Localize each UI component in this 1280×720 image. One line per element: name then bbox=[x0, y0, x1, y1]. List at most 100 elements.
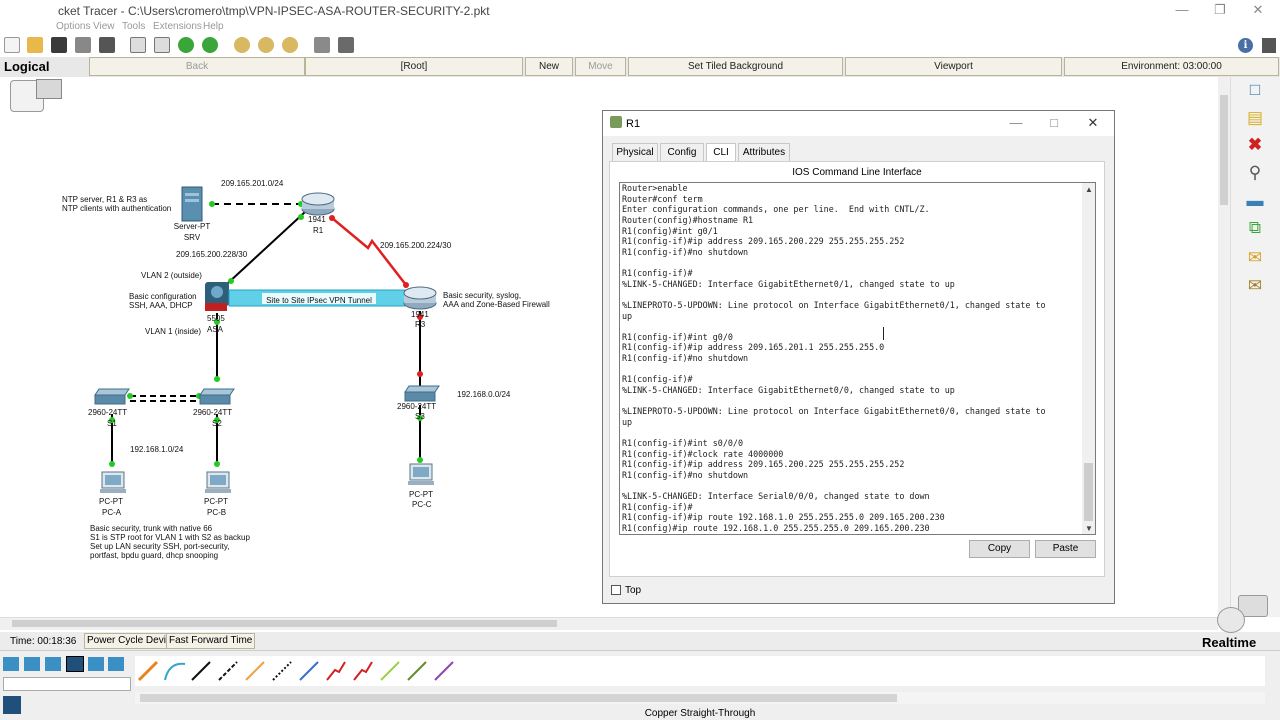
pc-a-icon[interactable] bbox=[100, 471, 126, 493]
cli-output[interactable]: Router>enable Router#conf term Enter confi… bbox=[622, 183, 1082, 534]
tab-physical[interactable]: Physical bbox=[612, 143, 658, 161]
coaxial-cable-icon[interactable] bbox=[299, 661, 319, 681]
clock-icon[interactable] bbox=[1217, 607, 1245, 633]
port-light bbox=[298, 214, 304, 220]
network-info-icon[interactable] bbox=[1262, 38, 1276, 53]
close-icon[interactable]: ✕ bbox=[1248, 2, 1268, 18]
select-icon[interactable]: □ bbox=[1244, 80, 1266, 100]
set-tiled-background-button[interactable]: Set Tiled Background bbox=[628, 57, 843, 76]
copy-button[interactable]: Copy bbox=[969, 540, 1030, 558]
serial-dce-cable-icon[interactable] bbox=[326, 661, 346, 681]
dialog-close-icon[interactable]: ✕ bbox=[1083, 115, 1103, 131]
inspect-icon[interactable]: ⚲ bbox=[1244, 163, 1266, 183]
menu-view[interactable]: View bbox=[93, 21, 115, 32]
phone-cable-icon[interactable] bbox=[272, 661, 292, 681]
undo-icon[interactable] bbox=[178, 37, 194, 53]
new-file-icon[interactable] bbox=[4, 37, 20, 53]
cli-scroll-thumb[interactable] bbox=[1084, 463, 1093, 521]
switch-s1-icon[interactable] bbox=[94, 388, 130, 405]
usb-cable-icon[interactable] bbox=[434, 661, 454, 681]
scroll-up-icon[interactable]: ▲ bbox=[1085, 185, 1093, 194]
back-button[interactable]: Back bbox=[89, 57, 305, 76]
maximize-icon[interactable]: ❐ bbox=[1210, 2, 1230, 18]
fiber-cable-icon[interactable] bbox=[245, 661, 265, 681]
pc-c-icon[interactable] bbox=[408, 463, 434, 485]
misc-icon[interactable] bbox=[88, 657, 104, 671]
switch-s3-icon[interactable] bbox=[404, 385, 440, 402]
canvas-vertical-scroll-thumb[interactable] bbox=[1220, 95, 1228, 205]
crossover-cable-icon[interactable] bbox=[218, 661, 238, 681]
canvas-horizontal-scroll-thumb[interactable] bbox=[12, 620, 557, 627]
dialog-maximize-icon[interactable]: □ bbox=[1044, 115, 1064, 131]
draw-shape-icon[interactable]: ▬ bbox=[1244, 191, 1266, 211]
multiuser-icon[interactable] bbox=[108, 657, 124, 671]
minimize-icon[interactable]: — bbox=[1172, 2, 1192, 18]
selected-connection-icon[interactable] bbox=[3, 696, 21, 714]
router-window-icon bbox=[610, 116, 622, 128]
top-checkbox[interactable] bbox=[611, 585, 621, 595]
server-name-label: SRV bbox=[183, 233, 201, 242]
cli-line: Router>enable bbox=[622, 183, 688, 193]
network-devices-icon[interactable] bbox=[3, 657, 19, 671]
activity-wizard-icon[interactable] bbox=[99, 37, 115, 53]
open-folder-icon[interactable] bbox=[27, 37, 43, 53]
connections-icon[interactable] bbox=[66, 656, 84, 672]
paste-icon[interactable] bbox=[154, 37, 170, 53]
palette-icon[interactable] bbox=[314, 37, 330, 53]
print-icon[interactable] bbox=[75, 37, 91, 53]
r1-window-titlebar[interactable] bbox=[603, 111, 1114, 136]
tab-cli[interactable]: CLI bbox=[706, 143, 736, 162]
add-complex-pdu-icon[interactable]: ✉ bbox=[1244, 276, 1266, 296]
iot-cable-icon[interactable] bbox=[407, 661, 427, 681]
move-object-button[interactable]: Move Object bbox=[575, 57, 626, 89]
console-cable-icon[interactable] bbox=[164, 662, 186, 681]
copy-icon[interactable] bbox=[130, 37, 146, 53]
root-button[interactable]: [Root] bbox=[305, 57, 523, 76]
menu-help[interactable]: Help bbox=[203, 21, 224, 32]
save-icon[interactable] bbox=[51, 37, 67, 53]
straight-through-cable-icon[interactable] bbox=[191, 661, 211, 681]
info-icon[interactable]: i bbox=[1238, 38, 1253, 53]
paste-button[interactable]: Paste bbox=[1035, 540, 1096, 558]
viewport-button[interactable]: Viewport bbox=[845, 57, 1062, 76]
end-devices-icon[interactable] bbox=[24, 657, 40, 671]
port-light bbox=[127, 393, 133, 399]
cli-line: R1(config-if)#int g0/0 bbox=[622, 331, 733, 342]
top-checkbox-label: Top bbox=[625, 585, 642, 596]
device-search-field[interactable] bbox=[3, 677, 131, 691]
fast-forward-button[interactable]: Fast Forward Time bbox=[166, 633, 256, 649]
menu-tools[interactable]: Tools bbox=[122, 21, 145, 32]
resize-icon[interactable]: ⧉ bbox=[1244, 218, 1266, 238]
zoom-out-icon[interactable] bbox=[282, 37, 298, 53]
pcb-model-label: PC-PT bbox=[204, 497, 228, 506]
tab-config[interactable]: Config bbox=[660, 143, 704, 161]
server-srv-icon[interactable] bbox=[181, 186, 203, 222]
dialog-minimize-icon[interactable]: — bbox=[1006, 115, 1026, 131]
new-cluster-button[interactable]: New Cluster bbox=[525, 57, 573, 89]
zoom-reset-icon[interactable] bbox=[258, 37, 274, 53]
menu-options[interactable]: Options bbox=[56, 21, 90, 32]
components-icon[interactable] bbox=[45, 657, 61, 671]
router-r1-icon[interactable] bbox=[301, 192, 335, 216]
note-icon[interactable]: ▤ bbox=[1244, 108, 1266, 128]
tab-attributes[interactable]: Attributes bbox=[738, 143, 790, 161]
custom-device-icon[interactable] bbox=[338, 37, 354, 53]
workspace-mode-label: Logical bbox=[4, 59, 50, 74]
auto-cable-icon[interactable] bbox=[137, 660, 159, 682]
router-r3-icon[interactable] bbox=[403, 286, 437, 310]
device-list-scroll-thumb[interactable] bbox=[140, 694, 897, 702]
ios-cli-header: IOS Command Line Interface bbox=[792, 167, 922, 178]
zoom-in-icon[interactable] bbox=[234, 37, 250, 53]
scroll-down-icon[interactable]: ▼ bbox=[1085, 524, 1093, 533]
menu-extensions[interactable]: Extensions bbox=[153, 21, 202, 32]
asa-firewall-icon[interactable] bbox=[205, 282, 229, 311]
switch-s2-icon[interactable] bbox=[199, 388, 235, 405]
octal-cable-icon[interactable] bbox=[380, 661, 400, 681]
add-simple-pdu-icon[interactable]: ✉ bbox=[1244, 248, 1266, 268]
delete-icon[interactable]: ✖ bbox=[1244, 135, 1266, 155]
environment-button[interactable]: Environment: 03:00:00 bbox=[1064, 57, 1279, 76]
pc-b-icon[interactable] bbox=[205, 471, 231, 493]
serial-dte-cable-icon[interactable] bbox=[353, 661, 373, 681]
cli-line bbox=[622, 257, 1082, 268]
redo-icon[interactable] bbox=[202, 37, 218, 53]
